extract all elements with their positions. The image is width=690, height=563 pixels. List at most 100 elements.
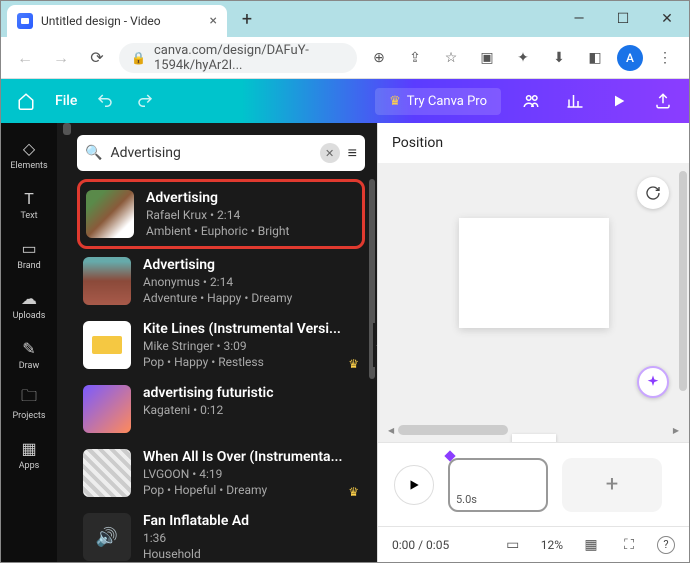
rail-elements[interactable]: ◇Elements bbox=[5, 131, 53, 177]
audio-title: Kite Lines (Instrumental Versi... bbox=[143, 321, 359, 337]
undo-button[interactable] bbox=[93, 89, 117, 113]
present-play-icon[interactable] bbox=[605, 87, 633, 115]
grid-icon: ▦ bbox=[18, 437, 40, 459]
magic-button[interactable] bbox=[637, 366, 669, 398]
window-minimize-button[interactable]: — bbox=[557, 1, 601, 37]
search-bar: 🔍 ✕ ≡ bbox=[77, 135, 365, 171]
audio-result-item[interactable]: Advertising Anonymus • 2:14 Adventure • … bbox=[77, 249, 365, 313]
rail-uploads[interactable]: ☁Uploads bbox=[5, 281, 53, 327]
window-titlebar: Untitled design - Video × + — ☐ ✕ bbox=[1, 1, 689, 37]
help-icon[interactable]: ? bbox=[657, 536, 675, 554]
position-label[interactable]: Position bbox=[378, 123, 689, 163]
try-canva-pro-button[interactable]: ♛ Try Canva Pro bbox=[375, 88, 501, 115]
canvas-area: Position ⌄ 5.0s bbox=[377, 123, 689, 562]
url-field[interactable]: 🔒 canva.com/design/DAFuY-1594k/hyAr2I... bbox=[119, 43, 357, 73]
timeline-clip[interactable]: 5.0s bbox=[448, 458, 548, 512]
audio-tags: Adventure • Happy • Dreamy bbox=[143, 291, 359, 305]
profile-avatar[interactable]: A bbox=[617, 45, 643, 71]
file-menu[interactable]: File bbox=[55, 93, 77, 109]
zoom-icon[interactable]: ⊕ bbox=[365, 44, 393, 72]
audio-subtitle: 1:36 bbox=[143, 531, 359, 545]
canvas-page[interactable] bbox=[459, 218, 609, 328]
audio-subtitle: LVGOON • 4:19 bbox=[143, 467, 359, 481]
share-icon[interactable]: ⇪ bbox=[401, 44, 429, 72]
cloud-upload-icon: ☁ bbox=[18, 287, 40, 309]
hscroll-thumb[interactable] bbox=[398, 425, 508, 435]
canvas-vscroll[interactable] bbox=[679, 171, 687, 412]
timeline: 5.0s + bbox=[378, 442, 689, 526]
audio-thumbnail: 🔊 bbox=[83, 513, 131, 561]
audio-title: Advertising bbox=[143, 257, 359, 273]
audio-result-item[interactable]: advertising futuristic Kagateni • 0:12 bbox=[77, 377, 365, 441]
pencil-icon: ✎ bbox=[18, 337, 40, 359]
back-button[interactable]: ← bbox=[11, 44, 39, 72]
analytics-icon[interactable] bbox=[561, 87, 589, 115]
text-icon: T bbox=[18, 187, 40, 209]
rail-draw[interactable]: ✎Draw bbox=[5, 331, 53, 377]
home-icon[interactable] bbox=[13, 88, 39, 114]
puzzle-icon[interactable]: ✦ bbox=[509, 44, 537, 72]
timeline-play-button[interactable] bbox=[394, 465, 434, 505]
reload-button[interactable]: ⟳ bbox=[83, 44, 111, 72]
download-icon[interactable]: ⬇ bbox=[545, 44, 573, 72]
shapes-icon: ◇ bbox=[18, 137, 40, 159]
brand-icon: ▭ bbox=[18, 237, 40, 259]
notes-icon[interactable]: ▭ bbox=[503, 537, 523, 553]
audio-result-item[interactable]: 🔊 Fan Inflatable Ad 1:36 Household bbox=[77, 505, 365, 562]
audio-tags: Pop • Hopeful • Dreamy bbox=[143, 483, 359, 497]
search-icon: 🔍 bbox=[85, 145, 102, 161]
folder-icon: 🗀 bbox=[18, 387, 40, 409]
window-maximize-button[interactable]: ☐ bbox=[601, 1, 645, 37]
browser-menu-icon[interactable]: ⋮ bbox=[651, 44, 679, 72]
audio-thumbnail bbox=[83, 257, 131, 305]
pro-crown-icon: ♛ bbox=[348, 485, 359, 499]
add-clip-button[interactable]: + bbox=[562, 458, 662, 512]
audio-thumbnail bbox=[83, 385, 131, 433]
timeline-collapse-handle[interactable]: ⌄ bbox=[512, 434, 556, 442]
rail-text[interactable]: TText bbox=[5, 181, 53, 227]
share-upload-icon[interactable] bbox=[649, 87, 677, 115]
audio-subtitle: Mike Stringer • 3:09 bbox=[143, 339, 359, 353]
filters-icon[interactable]: ≡ bbox=[348, 143, 357, 163]
audio-thumbnail bbox=[83, 449, 131, 497]
new-tab-button[interactable]: + bbox=[233, 5, 261, 33]
zoom-level[interactable]: 12% bbox=[541, 538, 563, 552]
audio-result-item[interactable]: Advertising Rafael Krux • 2:14 Ambient •… bbox=[77, 179, 365, 249]
browser-tab[interactable]: Untitled design - Video × bbox=[7, 5, 227, 37]
rail-brand[interactable]: ▭Brand bbox=[5, 231, 53, 277]
canvas-stage[interactable]: ⌄ bbox=[378, 163, 689, 442]
rail-apps[interactable]: ▦Apps bbox=[5, 431, 53, 477]
rail-projects[interactable]: 🗀Projects bbox=[5, 381, 53, 427]
fullscreen-icon[interactable]: ⛶ bbox=[619, 537, 639, 553]
time-display: 0:00 / 0:05 bbox=[392, 538, 449, 552]
url-text: canva.com/design/DAFuY-1594k/hyAr2I... bbox=[154, 43, 345, 73]
reset-view-button[interactable] bbox=[637, 177, 669, 209]
team-icon[interactable] bbox=[517, 87, 545, 115]
grid-view-icon[interactable]: ▦ bbox=[581, 537, 601, 553]
redo-button[interactable] bbox=[133, 89, 157, 113]
audio-thumbnail bbox=[83, 321, 131, 369]
browser-address-bar: ← → ⟳ 🔒 canva.com/design/DAFuY-1594k/hyA… bbox=[1, 37, 689, 79]
lock-icon: 🔒 bbox=[131, 51, 146, 65]
audio-thumbnail bbox=[86, 190, 134, 238]
window-close-button[interactable]: ✕ bbox=[645, 1, 689, 37]
audio-result-item[interactable]: Kite Lines (Instrumental Versi... Mike S… bbox=[77, 313, 365, 377]
playhead-icon[interactable] bbox=[444, 450, 455, 461]
audio-title: When All Is Over (Instrumenta... bbox=[143, 449, 359, 465]
clear-search-icon[interactable]: ✕ bbox=[320, 143, 340, 163]
results-list: Advertising Rafael Krux • 2:14 Ambient •… bbox=[57, 179, 377, 562]
clip-duration: 5.0s bbox=[456, 493, 477, 506]
canva-toolbar: File ♛ Try Canva Pro bbox=[1, 79, 689, 123]
audio-panel: 🔍 ✕ ≡ Advertising Rafael Krux • 2:14 Amb… bbox=[57, 123, 377, 562]
extension-icon[interactable]: ▣ bbox=[473, 44, 501, 72]
panel-scroll-top[interactable] bbox=[63, 123, 71, 135]
bookmark-icon[interactable]: ☆ bbox=[437, 44, 465, 72]
panel-icon[interactable]: ◧ bbox=[581, 44, 609, 72]
forward-button[interactable]: → bbox=[47, 44, 75, 72]
close-tab-icon[interactable]: × bbox=[210, 13, 217, 29]
audio-title: Fan Inflatable Ad bbox=[143, 513, 359, 529]
left-rail: ◇Elements TText ▭Brand ☁Uploads ✎Draw 🗀P… bbox=[1, 123, 57, 562]
pro-crown-icon: ♛ bbox=[348, 357, 359, 371]
audio-result-item[interactable]: When All Is Over (Instrumenta... LVGOON … bbox=[77, 441, 365, 505]
search-input[interactable] bbox=[110, 145, 311, 161]
